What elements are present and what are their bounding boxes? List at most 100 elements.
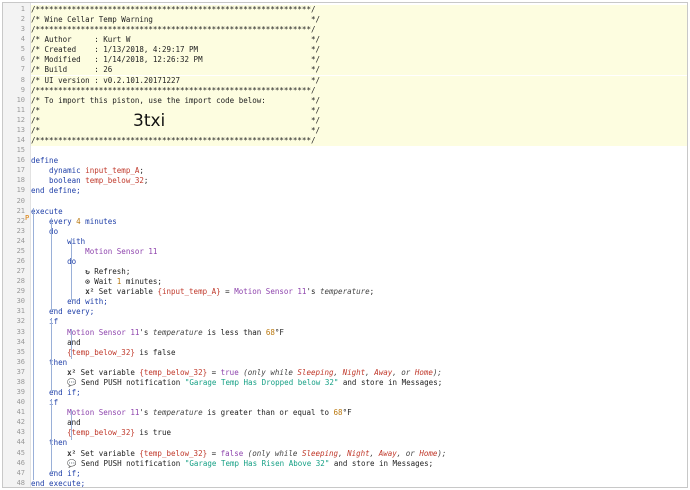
code-line[interactable]: {temp_below_32} is true <box>31 428 687 438</box>
code-line[interactable]: Motion Sensor 11 <box>31 247 687 257</box>
code-line[interactable]: if <box>31 398 687 408</box>
code-line[interactable]: end define; <box>31 186 687 196</box>
code-token: Night <box>342 367 366 377</box>
statement-icon: x² <box>67 448 77 458</box>
code-token: minutes; <box>121 277 162 287</box>
code-line[interactable]: end if; <box>31 388 687 398</box>
code-token: Set variable <box>94 287 158 297</box>
line-number: 30 <box>16 297 25 306</box>
line-number: 28 <box>16 277 25 286</box>
code-line[interactable]: x² Set variable {temp_below_32} = false … <box>31 449 687 459</box>
if-block-guide <box>51 319 52 391</box>
code-token: /* */ <box>31 115 320 125</box>
code-line[interactable]: Motion Sensor 11's temperature is greate… <box>31 408 687 418</box>
condition-guide <box>71 329 72 359</box>
code-token: Set variable <box>76 448 140 458</box>
code-token: ; <box>369 287 375 297</box>
line-number: 5 <box>20 45 25 54</box>
code-line[interactable]: define <box>31 156 687 166</box>
line-number: 20 <box>16 196 25 205</box>
comment-line: /***************************************… <box>31 5 687 15</box>
code-token: Away <box>378 448 397 458</box>
code-line[interactable]: end every; <box>31 307 687 317</box>
code-line[interactable] <box>31 197 687 207</box>
code-token: Set variable <box>76 367 140 377</box>
code-line[interactable]: execute <box>31 207 687 217</box>
code-token: /* */ <box>31 105 320 115</box>
line-number: 32 <box>16 317 25 326</box>
code-line[interactable]: end with; <box>31 297 687 307</box>
line-marker[interactable]: P <box>25 214 29 222</box>
line-number: 26 <box>16 257 25 265</box>
code-line[interactable]: x² Set variable {input_temp_A} = Motion … <box>31 287 687 297</box>
code-line[interactable]: and <box>31 418 687 428</box>
line-number: 19 <box>16 186 25 195</box>
code-line[interactable]: if <box>31 317 687 327</box>
code-token: temperature <box>152 327 203 337</box>
code-token: /* Author : Kurt W */ <box>31 35 320 45</box>
code-line[interactable]: then <box>31 438 687 448</box>
code-token: is false <box>134 347 176 357</box>
code-token: = <box>207 448 221 458</box>
code-line[interactable]: with <box>31 237 687 247</box>
code-line[interactable]: dynamic input_temp_A; <box>31 166 687 176</box>
line-number: 23 <box>16 226 25 235</box>
statement-icon: x² <box>85 287 95 297</box>
code-token: /* Modified : 1/14/2018, 12:26:32 PM */ <box>31 55 320 65</box>
code-line[interactable]: do <box>31 227 687 237</box>
code-token: Home <box>419 448 438 458</box>
code-token: ; <box>139 166 144 176</box>
line-number: 46 <box>16 458 25 467</box>
code-token: then <box>31 357 68 367</box>
execute-block-guide <box>33 208 34 480</box>
code-token: Motion Sensor 11 <box>31 408 140 418</box>
code-token: do <box>31 226 59 236</box>
code-token: 's <box>139 408 153 418</box>
line-number: 39 <box>16 388 25 397</box>
code-line[interactable]: Motion Sensor 11's temperature is less t… <box>31 328 687 338</box>
code-token: temp_below_32 <box>85 176 144 186</box>
comment-line: /* */ <box>31 105 687 116</box>
code-line[interactable]: boolean temp_below_32; <box>31 176 687 186</box>
line-number: 18 <box>16 176 25 185</box>
code-token: /* Build : 26 */ <box>31 65 320 75</box>
code-line[interactable]: {temp_below_32} is false <box>31 348 687 358</box>
code-line[interactable]: end execute; <box>31 479 687 487</box>
code-token: , <box>333 367 343 377</box>
code-line[interactable]: and <box>31 338 687 348</box>
code-line[interactable] <box>31 146 687 156</box>
code-line[interactable]: end if; <box>31 469 687 479</box>
code-line[interactable]: x² Set variable {temp_below_32} = true (… <box>31 368 687 378</box>
code-line[interactable]: ⊙ Wait 1 minutes; <box>31 277 687 287</box>
code-token: false <box>220 448 244 458</box>
code-line[interactable]: 💬 Send PUSH notification "Garage Temp Ha… <box>31 378 687 388</box>
comment-line: /* Created : 1/13/2018, 4:29:17 PM */ <box>31 45 687 56</box>
code-line[interactable]: 💬 Send PUSH notification "Garage Temp Ha… <box>31 459 687 469</box>
code-token: /* To import this piston, use the import… <box>31 95 320 105</box>
comment-line: /***************************************… <box>31 136 687 147</box>
code-token: /* Wine Cellar Temp Warning */ <box>31 15 320 25</box>
code-token: , <box>369 448 379 458</box>
code-token: {temp_below_32} <box>31 347 135 357</box>
code-token: 's <box>306 287 320 297</box>
code-token: {temp_below_32} <box>139 448 208 458</box>
code-token: = <box>220 287 235 297</box>
code-line[interactable]: then <box>31 358 687 368</box>
line-number: 14 <box>16 136 25 145</box>
code-token: /***************************************… <box>31 136 316 146</box>
code-token: if <box>31 317 59 327</box>
code-line[interactable]: every 4 minutes <box>31 217 687 227</box>
code-token: , <box>338 448 348 458</box>
line-number: 34 <box>16 337 25 346</box>
guide-tick <box>51 309 56 310</box>
code-token: do <box>31 257 77 266</box>
code-line[interactable]: ↻ Refresh; <box>31 267 687 277</box>
line-number: 7 <box>20 65 25 74</box>
code-line[interactable]: do <box>31 257 687 267</box>
import-code: 3txi <box>133 111 166 131</box>
code-token: and store in Messages; <box>338 377 443 387</box>
